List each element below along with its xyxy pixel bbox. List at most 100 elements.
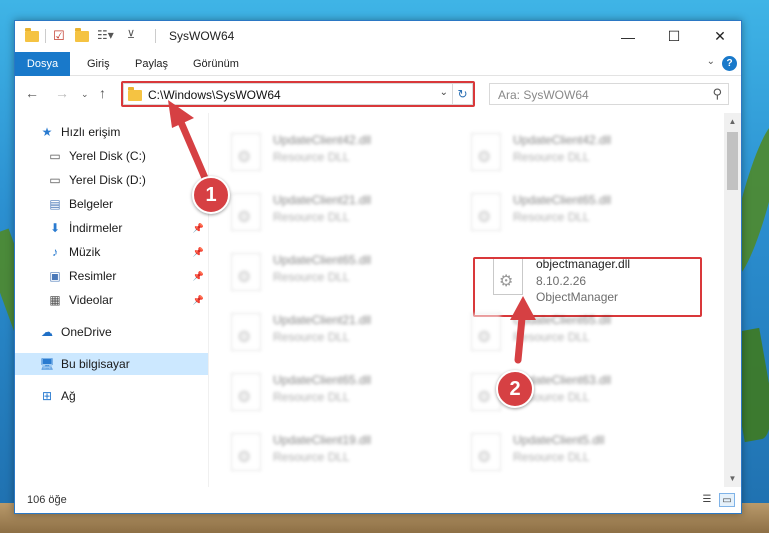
dll-file-icon: ⚙ xyxy=(471,313,501,351)
computer-icon: 🖥 xyxy=(39,357,55,371)
search-input[interactable]: Ara: SysWOW64 xyxy=(498,88,589,102)
forward-arrow-icon[interactable]: → xyxy=(55,85,69,101)
scroll-thumb[interactable] xyxy=(727,132,738,190)
sidebar-item-local-disk-d[interactable]: ▭ Yerel Disk (D:) xyxy=(15,169,208,191)
sidebar-item-pictures[interactable]: ▣ Resimler 📌 xyxy=(15,265,208,287)
sidebar-item-videos[interactable]: ▦ Videolar 📌 xyxy=(15,289,208,311)
file-type: Resource DLL xyxy=(273,450,350,464)
folder-icon xyxy=(25,28,39,44)
sidebar-item-label: Ağ xyxy=(61,389,76,403)
file-type: Resource DLL xyxy=(273,390,350,404)
chevron-down-icon[interactable]: ⊻ xyxy=(127,28,135,44)
file-tile[interactable]: ⚙ UpdateClient21.dll Resource DLL xyxy=(223,309,443,359)
pin-icon[interactable]: 📌 xyxy=(193,271,204,282)
pane-divider[interactable] xyxy=(208,113,209,487)
sidebar-item-label: Yerel Disk (D:) xyxy=(69,173,146,187)
explorer-window: ☑ ☷▾ ⊻ SysWOW64 — ☐ ✕ Dosya Giriş Paylaş… xyxy=(14,20,742,514)
file-tile[interactable]: ⚙ UpdateClient5.dll Resource DLL xyxy=(463,429,683,479)
file-tile[interactable]: ⚙ UpdateClient65.dll Resource DLL xyxy=(223,369,443,419)
tab-view[interactable]: Görünüm xyxy=(193,52,239,76)
file-tile[interactable]: ⚙ UpdateClient65.dll Resource DLL xyxy=(463,189,683,239)
file-tile[interactable]: ⚙ UpdateClient65.dll Resource DLL xyxy=(223,249,443,299)
new-folder-icon[interactable] xyxy=(75,28,89,44)
up-arrow-icon[interactable]: ↑ xyxy=(99,85,106,101)
file-type: Resource DLL xyxy=(513,150,590,164)
file-type: Resource DLL xyxy=(273,150,350,164)
file-tile[interactable]: ⚙ UpdateClient19.dll Resource DLL xyxy=(223,429,443,479)
help-icon[interactable]: ? xyxy=(722,56,737,71)
back-arrow-icon[interactable]: ← xyxy=(25,85,39,101)
status-bar: 106 öğe ☰ ▭ xyxy=(15,487,741,513)
sidebar-item-label: Bu bilgisayar xyxy=(61,357,130,371)
expand-ribbon-icon[interactable]: ⌄ xyxy=(707,56,715,67)
divider xyxy=(45,29,46,43)
file-tile[interactable]: ⚙ UpdateClient42.dll Resource DLL xyxy=(463,129,683,179)
tiles-view-icon[interactable]: ▭ xyxy=(719,493,735,507)
sidebar-item-label: Resimler xyxy=(69,269,117,283)
pin-icon[interactable]: 📌 xyxy=(193,247,204,258)
dll-file-icon: ⚙ xyxy=(231,133,261,171)
drive-icon: ▭ xyxy=(49,149,61,163)
maximize-button[interactable]: ☐ xyxy=(651,21,697,52)
file-type: Resource DLL xyxy=(273,270,350,284)
scroll-down-icon[interactable]: ▼ xyxy=(724,470,741,487)
videos-icon: ▦ xyxy=(49,293,61,307)
sidebar-item-local-disk-c[interactable]: ▭ Yerel Disk (C:) xyxy=(15,145,208,167)
sidebar-item-network[interactable]: ⊞ Ağ xyxy=(15,385,208,407)
sidebar-item-documents[interactable]: ▤ Belgeler xyxy=(15,193,208,215)
minimize-button[interactable]: — xyxy=(605,21,651,52)
close-button[interactable]: ✕ xyxy=(697,21,743,52)
navigation-pane: ★ Hızlı erişim ▭ Yerel Disk (C:) ▭ Yerel… xyxy=(15,113,208,487)
file-name: UpdateClient42.dll xyxy=(273,133,372,147)
file-name: UpdateClient19.dll xyxy=(273,433,372,447)
file-name: UpdateClient65.dll xyxy=(513,193,612,207)
sidebar-item-onedrive[interactable]: ☁ OneDrive xyxy=(15,321,208,343)
file-tile[interactable]: ⚙ UpdateClient65.dll Resource DLL xyxy=(463,309,683,359)
pin-icon[interactable]: 📌 xyxy=(193,295,204,306)
pin-icon[interactable]: 📌 xyxy=(193,223,204,234)
pictures-icon: ▣ xyxy=(49,269,61,283)
sidebar-item-quick-access[interactable]: ★ Hızlı erişim xyxy=(15,121,208,143)
navigation-bar: ← → ⌄ ↑ C:\Windows\SysWOW64 ⌄ ↻ Ara: Sys… xyxy=(15,77,741,111)
file-tile[interactable]: ⚙ UpdateClient21.dll Resource DLL xyxy=(223,189,443,239)
sidebar-item-label: Videolar xyxy=(69,293,113,307)
sidebar-item-this-pc[interactable]: 🖥 Bu bilgisayar xyxy=(15,353,208,375)
dll-file-icon: ⚙ xyxy=(231,373,261,411)
recent-locations-icon[interactable]: ⌄ xyxy=(81,89,89,100)
file-name: UpdateClient21.dll xyxy=(273,313,372,327)
dll-file-icon: ⚙ xyxy=(231,193,261,231)
tab-file[interactable]: Dosya xyxy=(15,52,70,76)
callout-2: 2 xyxy=(496,370,534,408)
sidebar-item-music[interactable]: ♪ Müzik 📌 xyxy=(15,241,208,263)
sidebar-item-label: Belgeler xyxy=(69,197,114,211)
sidebar-item-label: Hızlı erişim xyxy=(61,125,121,139)
file-list: ⚙ UpdateClient42.dll Resource DLL ⚙ Upda… xyxy=(215,113,724,487)
file-name: UpdateClient65.dll xyxy=(273,373,372,387)
sidebar-item-downloads[interactable]: ⬇ İndirmeler 📌 xyxy=(15,217,208,239)
scroll-up-icon[interactable]: ▲ xyxy=(724,113,741,130)
file-type: Resource DLL xyxy=(513,450,590,464)
file-tile[interactable]: ⚙ UpdateClient42.dll Resource DLL xyxy=(223,129,443,179)
sidebar-item-label: İndirmeler xyxy=(69,221,123,235)
customize-toolbar-icon[interactable]: ☷▾ xyxy=(97,28,114,44)
properties-icon[interactable]: ☑ xyxy=(53,28,65,44)
file-name: UpdateClient5.dll xyxy=(513,433,605,447)
tab-share[interactable]: Paylaş xyxy=(135,52,168,76)
file-type: Resource DLL xyxy=(513,210,590,224)
tab-home[interactable]: Giriş xyxy=(87,52,110,76)
dll-file-icon: ⚙ xyxy=(231,433,261,471)
details-view-icon[interactable]: ☰ xyxy=(699,493,715,507)
divider xyxy=(155,29,156,43)
dll-file-icon: ⚙ xyxy=(471,433,501,471)
callout-1: 1 xyxy=(192,176,230,214)
sidebar-item-label: OneDrive xyxy=(61,325,112,339)
search-box[interactable]: Ara: SysWOW64 ⚲ xyxy=(489,83,729,105)
search-icon[interactable]: ⚲ xyxy=(712,86,722,102)
file-name: UpdateClient21.dll xyxy=(273,193,372,207)
address-highlight-box xyxy=(121,81,475,107)
file-name: UpdateClient65.dll xyxy=(513,313,612,327)
file-type: Resource DLL xyxy=(513,330,590,344)
vertical-scrollbar[interactable]: ▲ ▼ xyxy=(724,113,741,487)
music-icon: ♪ xyxy=(52,245,58,259)
title-bar: ☑ ☷▾ ⊻ SysWOW64 — ☐ ✕ xyxy=(15,21,741,52)
